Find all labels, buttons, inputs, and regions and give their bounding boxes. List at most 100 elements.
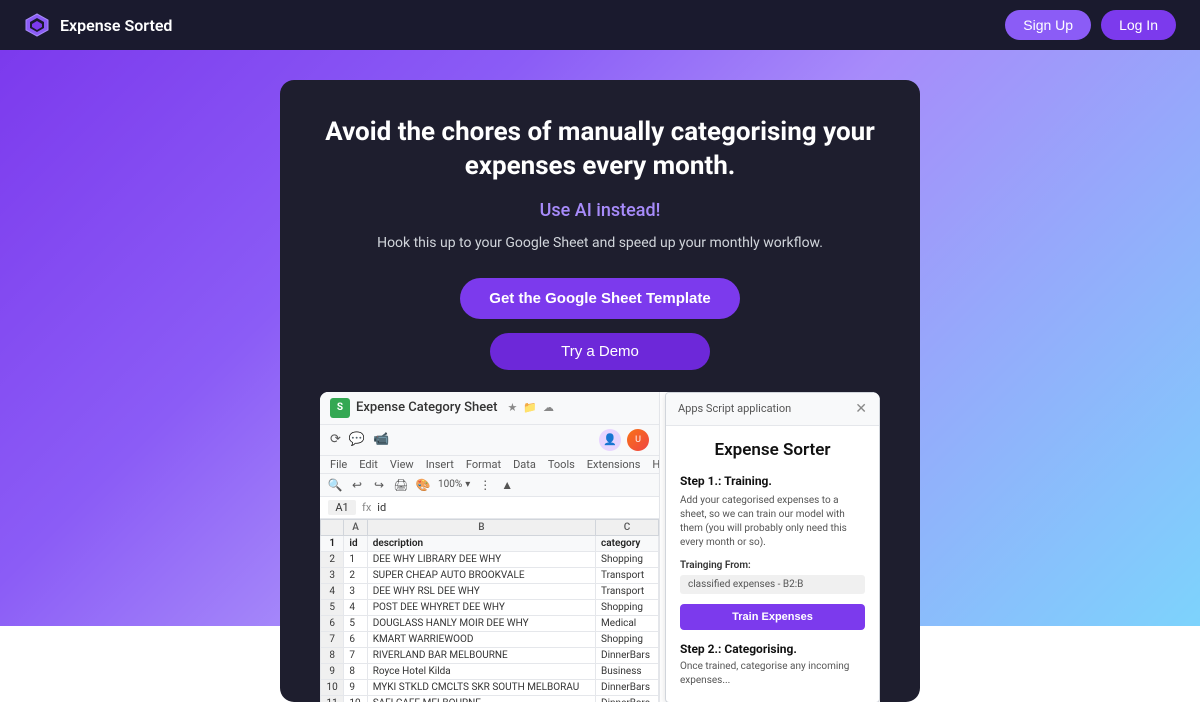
menu-extensions[interactable]: Extensions — [587, 458, 641, 471]
sheet-menu-bar: File Edit View Insert Format Data Tools … — [320, 456, 659, 474]
apps-script-panel: Apps Script application ✕ Expense Sorter… — [665, 392, 880, 702]
row-num: 1 — [321, 535, 344, 551]
panel-header-title: Apps Script application — [678, 402, 791, 415]
cell-a: 9 — [344, 679, 367, 695]
signup-button[interactable]: Sign Up — [1005, 10, 1091, 40]
menu-file[interactable]: File — [330, 458, 347, 471]
row-num: 7 — [321, 631, 344, 647]
col-header-b: B — [367, 519, 595, 535]
cell-a: 2 — [344, 567, 367, 583]
table-row: 5 4 POST DEE WHYRET DEE WHY Shopping — [321, 599, 659, 615]
avatar: U — [627, 429, 649, 451]
table-row: 3 2 SUPER CHEAP AUTO BROOKVALE Transport — [321, 567, 659, 583]
cell-a: 8 — [344, 663, 367, 679]
row-num: 2 — [321, 551, 344, 567]
brand: Expense Sorted — [24, 12, 172, 38]
chat-icon: 💬 — [349, 432, 365, 447]
close-icon[interactable]: ✕ — [855, 401, 867, 417]
sheets-icon: S — [330, 398, 350, 418]
cell-b: SUPER CHEAP AUTO BROOKVALE — [367, 567, 595, 583]
row-num: 6 — [321, 615, 344, 631]
cell-b: DEE WHY LIBRARY DEE WHY — [367, 551, 595, 567]
collapse-icon[interactable]: ▲ — [500, 478, 514, 492]
brand-icon — [24, 12, 50, 38]
panel-header: Apps Script application ✕ — [666, 393, 879, 426]
table-row: 2 1 DEE WHY LIBRARY DEE WHY Shopping — [321, 551, 659, 567]
column-header-row: A B C — [321, 519, 659, 535]
cloud-icon: ☁ — [543, 401, 554, 414]
sheet-title: Expense Category Sheet — [356, 400, 497, 415]
step1-label: Step 1.: Training. — [680, 474, 865, 488]
table-row: 10 9 MYKI STKLD CMCLTS SKR SOUTH MELBORA… — [321, 679, 659, 695]
cell-category: category — [596, 535, 659, 551]
menu-insert[interactable]: Insert — [426, 458, 454, 471]
cell-b: Royce Hotel Kilda — [367, 663, 595, 679]
table-row: 9 8 Royce Hotel Kilda Business — [321, 663, 659, 679]
cell-b: POST DEE WHYRET DEE WHY — [367, 599, 595, 615]
cell-a: 7 — [344, 647, 367, 663]
navbar: Expense Sorted Sign Up Log In — [0, 0, 1200, 50]
row-num: 3 — [321, 567, 344, 583]
sheet-title-bar: S Expense Category Sheet ★ 📁 ☁ — [320, 392, 659, 425]
subheadline: Use AI instead! — [540, 200, 661, 221]
cell-a: 3 — [344, 583, 367, 599]
menu-view[interactable]: View — [390, 458, 414, 471]
table-row: 4 3 DEE WHY RSL DEE WHY Transport — [321, 583, 659, 599]
table-row: 6 5 DOUGLASS HANLY MOIR DEE WHY Medical — [321, 615, 659, 631]
row-num: 8 — [321, 647, 344, 663]
step1-text: Add your categorised expenses to a sheet… — [680, 494, 865, 550]
history-icon: ⟳ — [330, 432, 341, 447]
function-icon: fx — [362, 501, 371, 514]
menu-data[interactable]: Data — [513, 458, 536, 471]
row-num: 5 — [321, 599, 344, 615]
print-icon[interactable]: 🖨 — [394, 478, 408, 492]
cell-c: Transport — [596, 583, 659, 599]
formula-bar: A1 fx id — [320, 497, 659, 519]
cell-c: Shopping — [596, 631, 659, 647]
cell-c: Medical — [596, 615, 659, 631]
menu-help[interactable]: Help — [652, 458, 660, 471]
cell-a: 10 — [344, 695, 367, 702]
redo-icon[interactable]: ↪ — [372, 478, 386, 492]
table-row: 8 7 RIVERLAND BAR MELBOURNE DinnerBars — [321, 647, 659, 663]
row-num: 4 — [321, 583, 344, 599]
sheet-toolbar-row: 🔍 ↩ ↪ 🖨 🎨 100% ▾ ⋮ ▲ — [320, 474, 659, 497]
folder-icon: 📁 — [523, 401, 537, 414]
format-paint-icon[interactable]: 🎨 — [416, 478, 430, 492]
sheet-left: S Expense Category Sheet ★ 📁 ☁ ⟳ 💬 📹 👤 — [320, 392, 660, 702]
headline: Avoid the chores of manually categorisin… — [320, 116, 880, 184]
spreadsheet-preview: S Expense Category Sheet ★ 📁 ☁ ⟳ 💬 📹 👤 — [320, 392, 880, 702]
menu-tools[interactable]: Tools — [548, 458, 575, 471]
cell-c: Shopping — [596, 551, 659, 567]
cell-a: 4 — [344, 599, 367, 615]
row-num: 9 — [321, 663, 344, 679]
table-row: 11 10 SAFI CAFE MELBOURNE DinnerBars — [321, 695, 659, 702]
top-icons-left: ⟳ 💬 📹 — [330, 432, 389, 447]
login-button[interactable]: Log In — [1101, 10, 1176, 40]
cell-c: Business — [596, 663, 659, 679]
col-header-a: A — [344, 519, 367, 535]
template-button[interactable]: Get the Google Sheet Template — [460, 278, 740, 319]
cell-description: description — [367, 535, 595, 551]
cell-b: DOUGLASS HANLY MOIR DEE WHY — [367, 615, 595, 631]
row-num: 10 — [321, 679, 344, 695]
menu-format[interactable]: Format — [466, 458, 501, 471]
top-icons-right: 👤 U — [599, 429, 649, 451]
undo-icon[interactable]: ↩ — [350, 478, 364, 492]
cell-c: DinnerBars — [596, 679, 659, 695]
table-row: 7 6 KMART WARRIEWOOD Shopping — [321, 631, 659, 647]
cell-c: Shopping — [596, 599, 659, 615]
cell-b: DEE WHY RSL DEE WHY — [367, 583, 595, 599]
zoom-out-icon[interactable]: 🔍 — [328, 478, 342, 492]
cell-a: 6 — [344, 631, 367, 647]
cell-a: 5 — [344, 615, 367, 631]
panel-title: Expense Sorter — [680, 440, 865, 460]
star-icon: ★ — [507, 401, 517, 414]
menu-edit[interactable]: Edit — [359, 458, 378, 471]
training-from-value: classified expenses - B2:B — [680, 575, 865, 594]
demo-button[interactable]: Try a Demo — [490, 333, 710, 370]
more-options-icon[interactable]: ⋮ — [478, 478, 492, 492]
cell-id: id — [344, 535, 367, 551]
main-card: Avoid the chores of manually categorisin… — [280, 80, 920, 702]
col-header-c: C — [596, 519, 659, 535]
